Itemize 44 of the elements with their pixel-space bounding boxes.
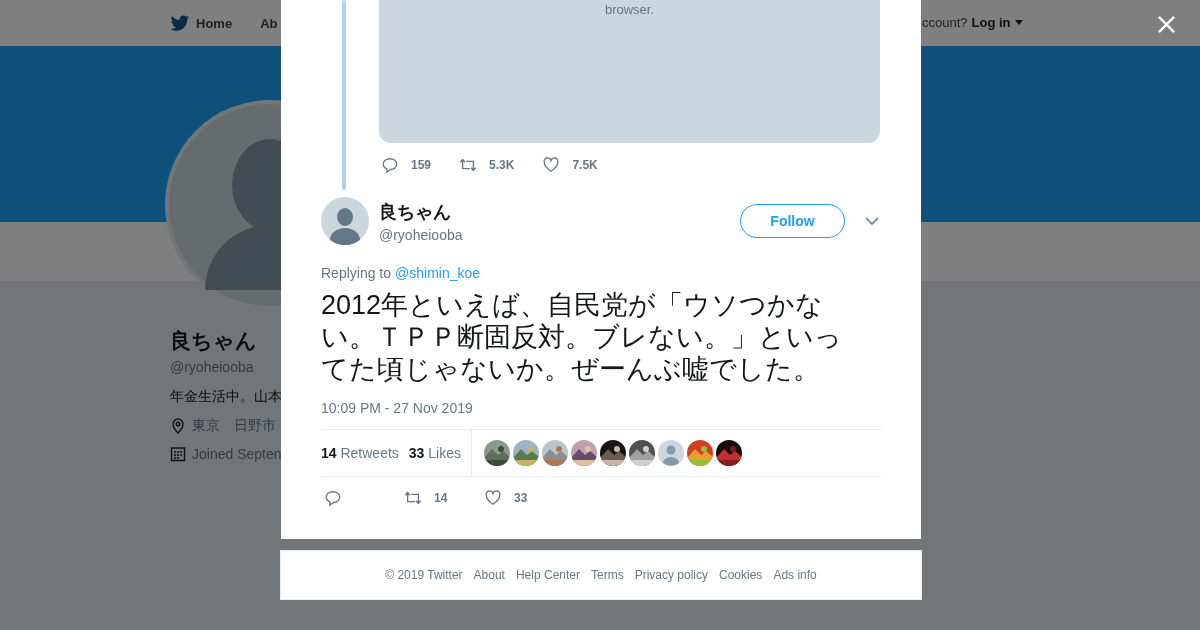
- reply-count: 159: [411, 158, 432, 172]
- profile-handle: @ryoheiooba: [170, 359, 254, 375]
- retweet-count: 14: [434, 491, 448, 505]
- reply-icon[interactable]: [324, 489, 342, 507]
- follow-button[interactable]: Follow: [740, 204, 845, 238]
- footer-link[interactable]: Privacy policy: [634, 568, 708, 582]
- profile-location: 東京 日野市: [192, 417, 276, 435]
- media-message: browser.: [604, 2, 655, 17]
- caret-icon: [1014, 20, 1023, 25]
- retweet-icon[interactable]: [459, 156, 478, 174]
- profile-joined: Joined Septen: [192, 446, 282, 462]
- heart-icon[interactable]: [484, 489, 502, 507]
- nav-link[interactable]: Ab: [260, 15, 278, 31]
- profile-bio: 年金生活中。山本: [170, 388, 282, 406]
- footer-link[interactable]: Cookies: [719, 568, 763, 582]
- reply-icon[interactable]: [381, 156, 399, 174]
- footer-link[interactable]: About: [473, 568, 505, 582]
- mention-link[interactable]: @shimin_koe: [395, 265, 481, 281]
- footer-link[interactable]: Ads info: [773, 568, 817, 582]
- author-name[interactable]: 良ちゃん: [379, 199, 740, 224]
- stat-count[interactable]: 33 Likes: [408, 445, 461, 461]
- location-pin-icon: [170, 418, 186, 434]
- footer-link[interactable]: Help Center: [515, 568, 580, 582]
- retweet-count: 5.3K: [489, 158, 515, 172]
- chevron-down-icon[interactable]: [865, 217, 879, 225]
- footer-link[interactable]: Terms: [591, 568, 624, 582]
- bird-icon: [170, 14, 190, 32]
- retweet-icon[interactable]: [404, 489, 422, 507]
- footer-link[interactable]: © 2019 Twitter: [385, 568, 463, 582]
- author-handle[interactable]: @ryoheiooba: [379, 226, 740, 243]
- account-prompt: ccount?: [922, 15, 968, 30]
- nav-link[interactable]: Home: [196, 15, 233, 31]
- heart-icon[interactable]: [542, 156, 561, 174]
- login-link[interactable]: Log in: [971, 15, 1011, 30]
- stat-count[interactable]: 14 Retweets: [321, 445, 399, 461]
- tweet-text: 2012年といえば、自民党が「ウソつかない。ＴＰＰ断固反対。ブレない。」といってた頃じゃないか。ぜーんぶ嘘でした。: [321, 289, 843, 385]
- calendar-icon: [170, 446, 186, 462]
- like-count: 33: [514, 491, 528, 505]
- like-count: 7.5K: [572, 158, 598, 172]
- close-icon[interactable]: [1157, 15, 1176, 34]
- profile-name: 良ちゃん: [170, 328, 257, 354]
- tweet-timestamp[interactable]: 10:09 PM - 27 Nov 2019: [321, 400, 881, 416]
- avatar-icon[interactable]: [321, 197, 369, 245]
- replying-label: Replying to: [321, 265, 392, 281]
